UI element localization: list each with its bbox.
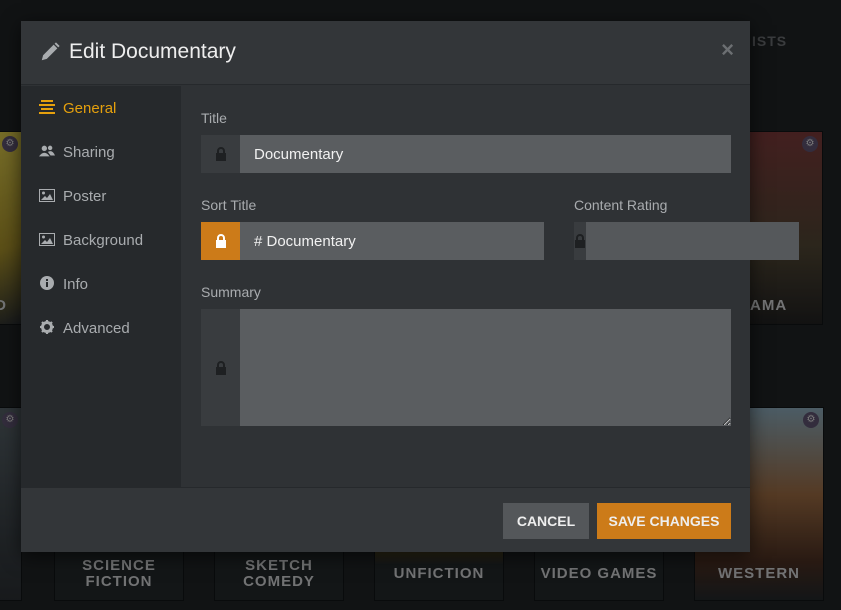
sort-title-field-group: [201, 222, 544, 260]
sort-title-label: Sort Title: [201, 197, 257, 213]
summary-field-group: [201, 309, 731, 426]
info-icon: [39, 275, 55, 291]
sidebar-item-label: General: [63, 100, 117, 117]
lock-icon: [215, 234, 226, 248]
pencil-icon: [41, 42, 60, 61]
sidebar-item-sharing[interactable]: Sharing: [21, 130, 181, 174]
gear-icon: [39, 319, 55, 335]
lock-icon: [575, 234, 585, 248]
sidebar-item-background[interactable]: Background: [21, 218, 181, 262]
lock-icon: [215, 147, 226, 161]
sidebar-item-general[interactable]: General: [21, 86, 181, 130]
title-input[interactable]: [240, 135, 731, 173]
modal-sidebar: General Sharing Poster Background Info A…: [21, 86, 181, 487]
edit-library-modal: Edit Documentary × General Sharing Poste…: [21, 21, 799, 552]
sidebar-item-poster[interactable]: Poster: [21, 174, 181, 218]
sidebar-item-label: Advanced: [63, 320, 130, 337]
sort-title-input[interactable]: [240, 222, 544, 260]
title-label: Title: [201, 110, 227, 126]
sidebar-item-label: Poster: [63, 188, 107, 205]
content-rating-field-group: [574, 222, 799, 260]
title-lock-button[interactable]: [201, 135, 240, 173]
sidebar-item-label: Sharing: [63, 144, 115, 161]
modal-body: Title Sort Title Content Rating: [181, 86, 799, 487]
modal-footer: CANCEL SAVE CHANGES: [21, 487, 750, 552]
content-rating-label: Content Rating: [574, 197, 668, 213]
sidebar-item-label: Info: [63, 276, 89, 293]
save-changes-button[interactable]: SAVE CHANGES: [597, 503, 731, 539]
content-rating-lock-button[interactable]: [574, 222, 586, 260]
cancel-button[interactable]: CANCEL: [503, 503, 589, 539]
modal-header: Edit Documentary ×: [21, 21, 750, 85]
sidebar-item-label: Background: [63, 232, 144, 249]
sort-title-lock-button[interactable]: [201, 222, 240, 260]
sidebar-item-info[interactable]: Info: [21, 262, 181, 306]
list-icon: [39, 99, 55, 115]
modal-title: Edit Documentary: [69, 40, 236, 63]
title-field-group: [201, 135, 731, 173]
content-rating-input[interactable]: [586, 222, 799, 260]
sidebar-item-advanced[interactable]: Advanced: [21, 306, 181, 350]
image-icon: [39, 187, 55, 203]
summary-lock-button[interactable]: [201, 309, 240, 426]
users-icon: [39, 143, 55, 159]
summary-label: Summary: [201, 284, 261, 300]
image-icon: [39, 231, 55, 247]
summary-textarea[interactable]: [240, 309, 731, 426]
close-icon[interactable]: ×: [721, 39, 734, 61]
lock-icon: [215, 360, 226, 375]
